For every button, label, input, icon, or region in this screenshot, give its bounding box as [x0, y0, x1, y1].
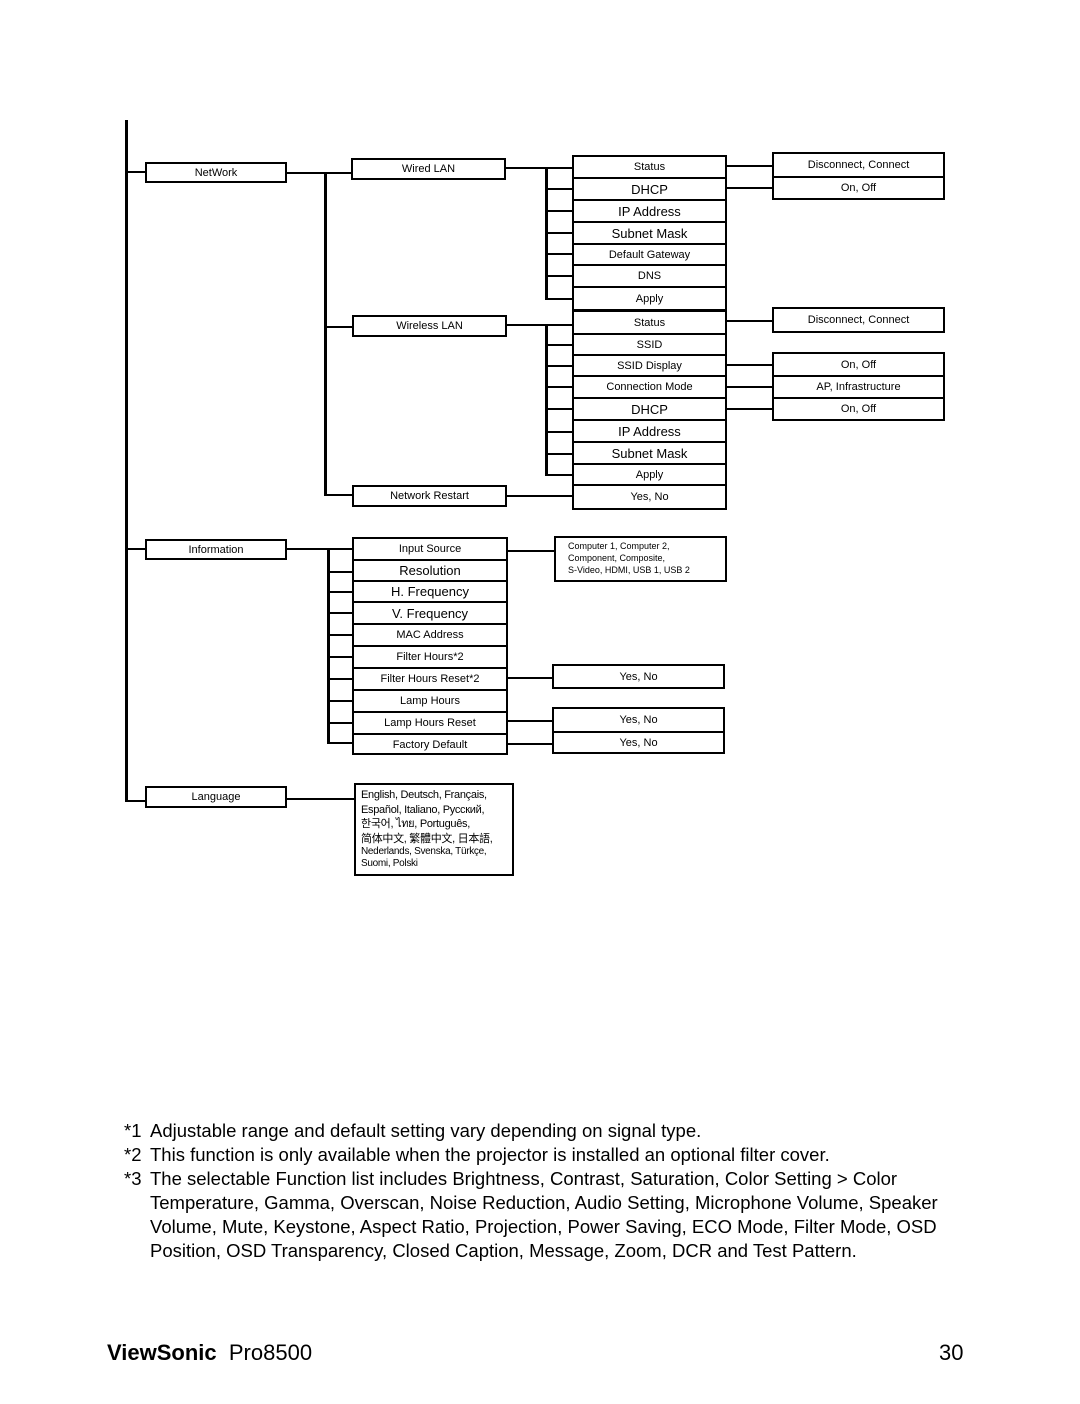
menu-wireless-lan: Wireless LAN: [352, 315, 507, 337]
wireless-item: Connection Mode: [574, 377, 725, 399]
reset-options: Yes, No Yes, No: [552, 707, 725, 754]
info-item: Filter Hours*2: [354, 647, 506, 669]
wired-item: DNS: [574, 266, 725, 288]
connection-mode-option: AP, Infrastructure: [774, 377, 943, 399]
wireless-item: SSID: [574, 335, 725, 356]
wired-item: IP Address: [574, 201, 725, 223]
wireless-item: DHCP: [574, 399, 725, 421]
wireless-status-option: Disconnect, Connect: [772, 307, 945, 333]
footnote-marker: *2: [124, 1144, 142, 1165]
wireless-lan-options: On, Off AP, Infrastructure On, Off: [772, 352, 945, 421]
info-item: Resolution: [354, 561, 506, 582]
info-item: H. Frequency: [354, 582, 506, 603]
input-source-options: Computer 1, Computer 2, Component, Compo…: [554, 536, 727, 582]
menu-information: Information: [145, 539, 287, 560]
info-item: Lamp Hours Reset: [354, 713, 506, 735]
language-line: 简体中文, 繁體中文, 日本語,: [361, 832, 493, 845]
info-item: Filter Hours Reset*2: [354, 669, 506, 691]
wired-dhcp-option: On, Off: [840, 182, 877, 194]
language-line: Español, Italiano, Русский,: [361, 803, 485, 816]
menu-network-restart: Network Restart: [352, 485, 507, 507]
info-item: MAC Address: [354, 625, 506, 647]
language-line: Nederlands, Svenska, Türkçe,: [361, 846, 487, 857]
factory-default-option: Yes, No: [619, 736, 658, 749]
wired-status-option: Disconnect, Connect: [774, 154, 943, 178]
wired-item: Status: [574, 157, 725, 179]
language-line: English, Deutsch, Français,: [361, 789, 487, 801]
menu-network: NetWork: [145, 162, 287, 183]
network-restart-option: Yes, No: [630, 491, 669, 503]
lamp-hours-reset-option: Yes, No: [554, 709, 723, 733]
ssid-display-option: On, Off: [774, 354, 943, 377]
info-item: Input Source: [354, 539, 506, 561]
input-source-line: Component, Composite,: [568, 553, 666, 563]
wireless-item: Status: [574, 312, 725, 335]
language-line: 한국어, ไทย, Português,: [361, 818, 471, 830]
language-line: Suomi, Polski: [361, 858, 418, 869]
filter-hours-reset-option: Yes, No: [552, 664, 725, 689]
info-item: Lamp Hours: [354, 691, 506, 713]
model-name: Pro8500: [228, 1340, 313, 1365]
footnote-marker: *1: [124, 1120, 142, 1141]
footnote-marker: *3: [124, 1168, 142, 1189]
wireless-item: Apply: [574, 465, 725, 486]
information-items: Input Source Resolution H. Frequency V. …: [352, 537, 508, 755]
wireless-lan-items: Status SSID SSID Display Connection Mode…: [572, 310, 727, 510]
info-item: V. Frequency: [354, 603, 506, 625]
wired-item: DHCP: [574, 179, 725, 201]
footer-brand: ViewSonic Pro8500: [107, 1340, 312, 1366]
wired-item: Apply: [635, 292, 664, 305]
input-source-line: Computer 1, Computer 2,: [568, 541, 670, 551]
menu-wired-lan: Wired LAN: [351, 158, 506, 180]
language-options: English, Deutsch, Français, Español, Ita…: [354, 783, 514, 876]
footnote-text: Adjustable range and default setting var…: [150, 1120, 702, 1141]
wireless-item: IP Address: [574, 421, 725, 443]
page-number: 30: [939, 1340, 964, 1365]
wireless-item: Subnet Mask: [574, 443, 725, 465]
footnote: *2 This function is only available when …: [124, 1143, 964, 1167]
wired-item: Default Gateway: [574, 245, 725, 266]
wireless-dhcp-option: On, Off: [840, 403, 877, 415]
footnote-text: The selectable Function list includes Br…: [150, 1168, 938, 1261]
menu-language: Language: [145, 786, 287, 808]
footnote: *1 Adjustable range and default setting …: [124, 1119, 964, 1143]
info-item: Factory Default: [392, 739, 468, 751]
footnote-text: This function is only available when the…: [150, 1144, 830, 1165]
wired-item: Subnet Mask: [574, 223, 725, 245]
wireless-item: SSID Display: [574, 356, 725, 377]
wired-lan-options: Disconnect, Connect On, Off: [772, 152, 945, 200]
brand-name: ViewSonic: [107, 1340, 217, 1365]
wired-lan-items: Status DHCP IP Address Subnet Mask Defau…: [572, 155, 727, 311]
input-source-line: S-Video, HDMI, USB 1, USB 2: [568, 565, 690, 575]
footnote: *3 The selectable Function list includes…: [124, 1167, 964, 1263]
footnotes: *1 Adjustable range and default setting …: [124, 1119, 964, 1263]
